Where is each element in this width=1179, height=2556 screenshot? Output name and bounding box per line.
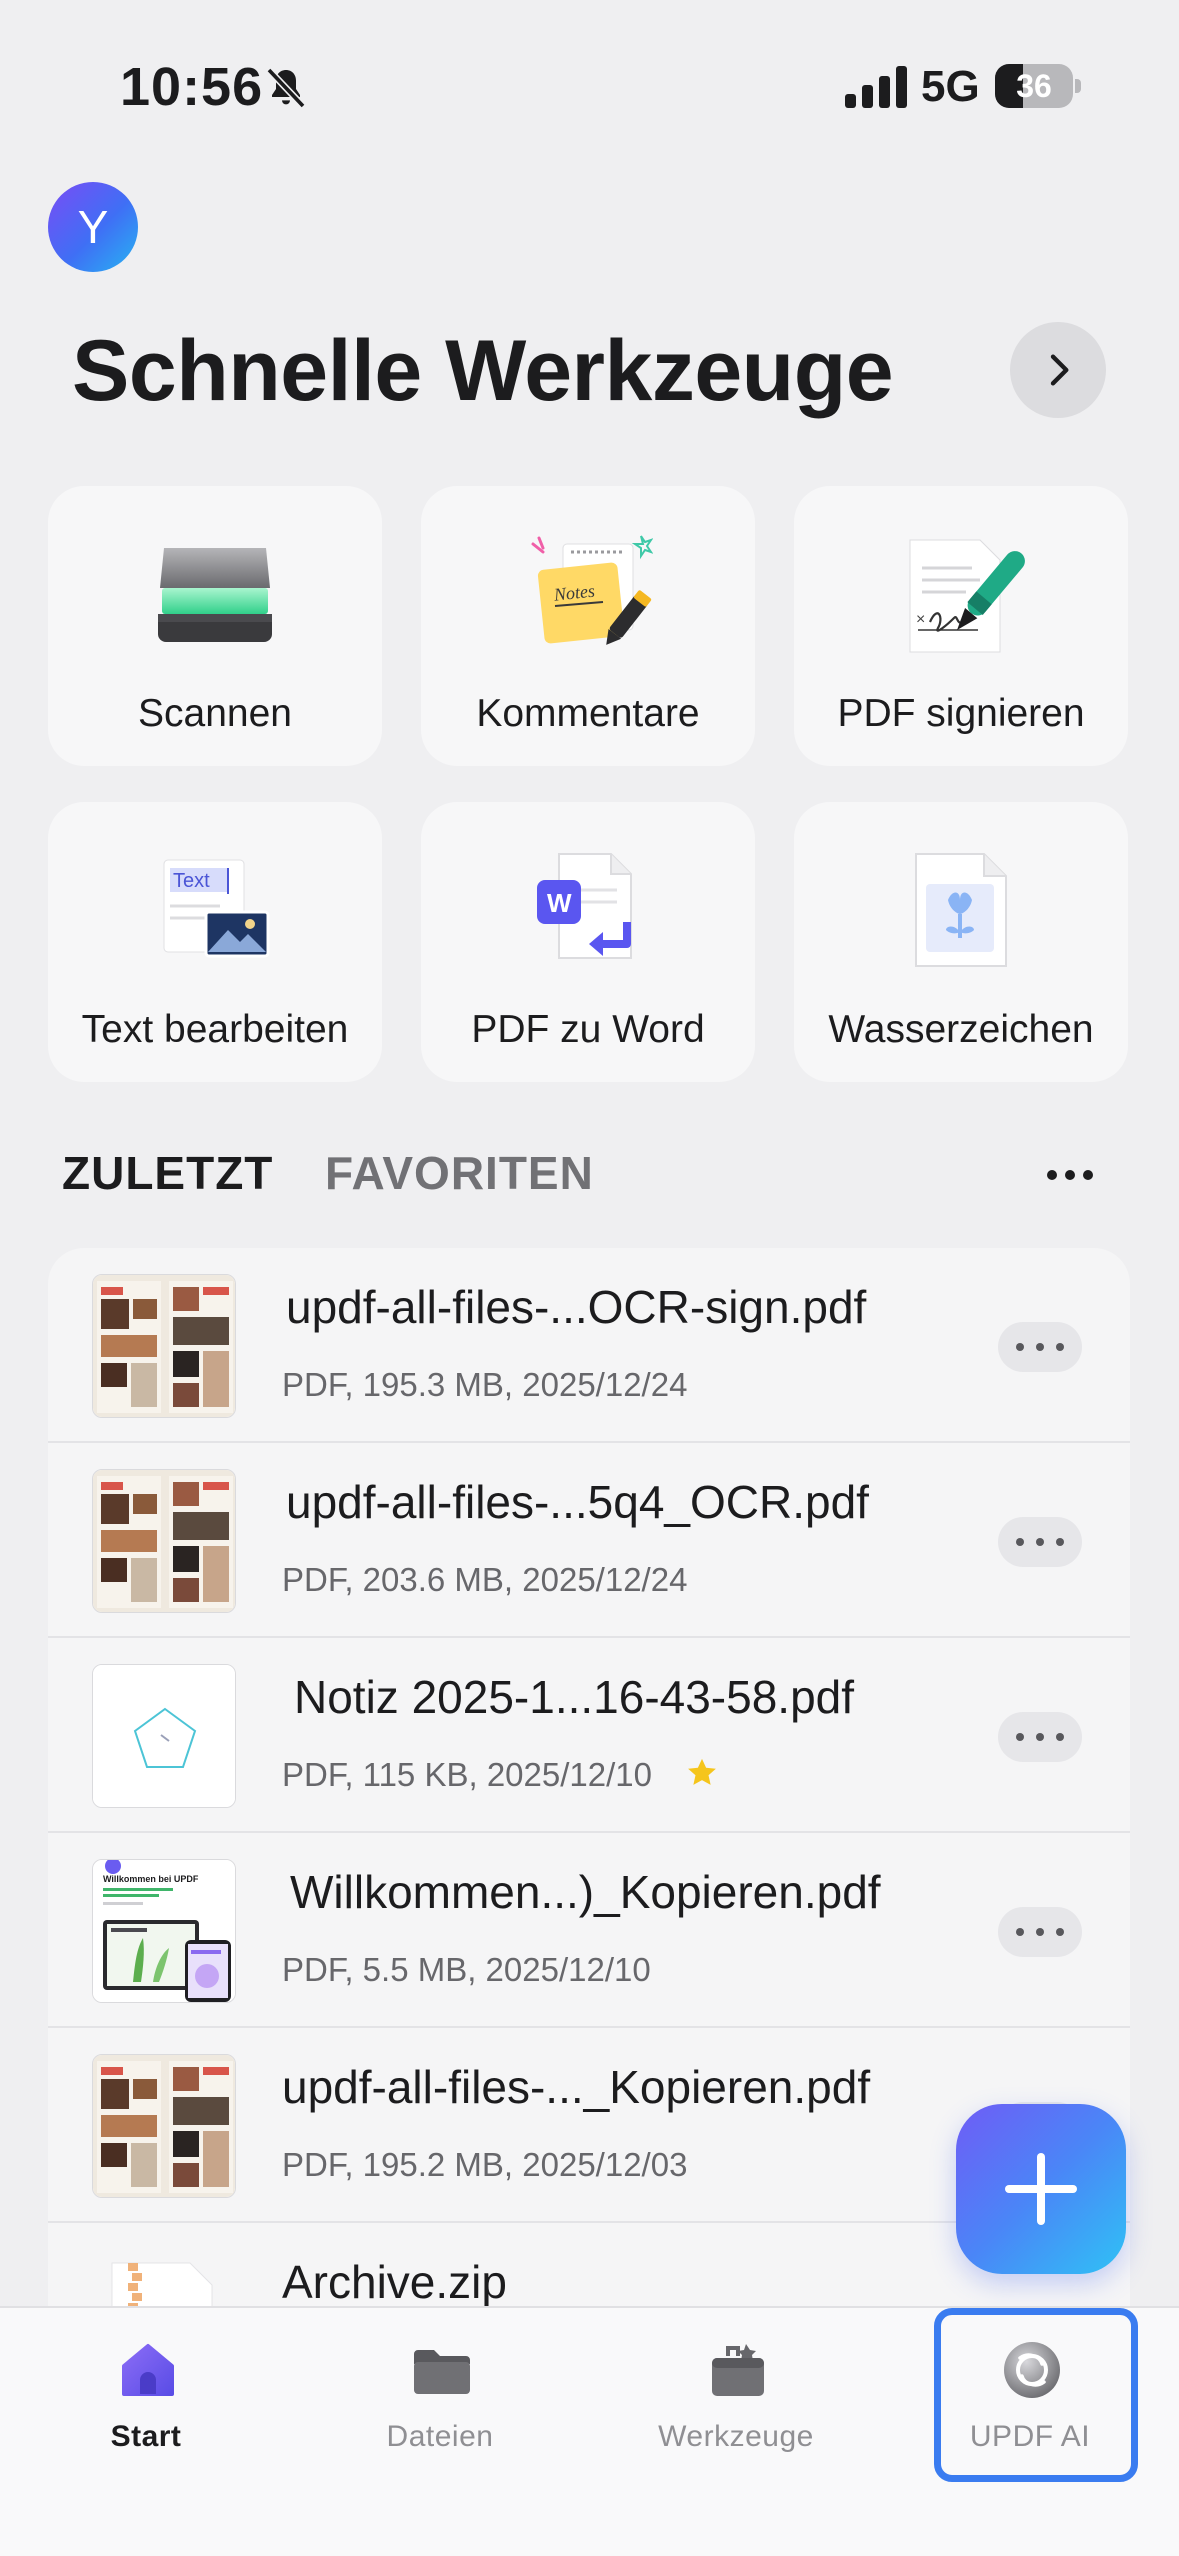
tab-label: Werkzeuge [658, 2420, 814, 2453]
file-meta-text: PDF, 115 KB, 2025/12/10 [282, 1756, 652, 1793]
file-more-button[interactable] [998, 1907, 1082, 1957]
tool-label: Kommentare [476, 692, 700, 735]
file-meta: PDF, 115 KB, 2025/12/10 [282, 1756, 719, 1794]
notes-icon: Notes [531, 535, 653, 645]
file-name: Notiz 2025-1...16-43-58.pdf [294, 1671, 855, 1723]
tool-watermark[interactable]: Wasserzeichen [794, 802, 1128, 1082]
file-name: Archive.zip [282, 2256, 507, 2308]
file-meta: PDF, 5.5 MB, 2025/12/10 [282, 1951, 651, 1988]
zip-file-icon [92, 2249, 236, 2308]
tab-label: Dateien [386, 2420, 494, 2453]
tool-label: Scannen [138, 692, 292, 735]
tool-label: Text bearbeiten [81, 1008, 349, 1051]
file-thumbnail [92, 2054, 236, 2198]
svg-text:W: W [547, 888, 572, 918]
battery-percent: 36 [1016, 68, 1052, 104]
favorite-star-icon [688, 1758, 717, 1785]
tab-favorites[interactable]: FAVORITEN [325, 1146, 594, 1200]
signature-pen-icon: × [909, 539, 1025, 653]
file-row[interactable]: Notiz 2025-1...16-43-58.pdf PDF, 115 KB,… [48, 1638, 1130, 1833]
file-row[interactable]: updf-all-files-...OCR-sign.pdf PDF, 195.… [48, 1248, 1130, 1443]
file-row[interactable]: updf-all-files-...5q4_OCR.pdf PDF, 203.6… [48, 1443, 1130, 1638]
tab-tools[interactable]: Werkzeuge [606, 2308, 866, 2508]
watermark-icon [915, 853, 1007, 967]
svg-text:Text: Text [173, 870, 210, 892]
file-name: updf-all-files-...5q4_OCR.pdf [286, 1476, 869, 1528]
file-meta: PDF, 195.3 MB, 2025/12/24 [282, 1366, 688, 1403]
bell-slash-icon [266, 67, 306, 109]
chevron-right-icon [1050, 354, 1069, 386]
updf-ai-highlight [934, 2308, 1138, 2482]
edit-text-icon: Text [163, 859, 270, 958]
tab-files[interactable]: Dateien [310, 2308, 570, 2508]
avatar[interactable]: Y [48, 182, 138, 272]
home-icon [122, 2344, 174, 2396]
file-thumbnail [92, 1664, 236, 1808]
tool-edit-text[interactable]: Text Text bearbeiten [48, 802, 382, 1082]
folder-icon [414, 2350, 470, 2394]
svg-text:Willkommen bei UPDF: Willkommen bei UPDF [103, 1874, 199, 1884]
file-more-button[interactable] [998, 1322, 1082, 1372]
svg-text:×: × [916, 611, 925, 628]
file-more-button[interactable] [998, 1517, 1082, 1567]
tools-more-button[interactable] [1010, 322, 1106, 418]
tab-recent[interactable]: ZULETZT [62, 1146, 273, 1200]
network-type: 5G [921, 62, 980, 111]
plus-icon [1005, 2153, 1077, 2225]
status-time: 10:56 [120, 57, 264, 117]
battery-icon: 36 [995, 64, 1081, 108]
file-meta: PDF, 203.6 MB, 2025/12/24 [282, 1561, 688, 1598]
file-name: updf-all-files-...OCR-sign.pdf [286, 1281, 867, 1333]
tab-start[interactable]: Start [16, 2308, 276, 2508]
status-bar: 10:56 5G 36 [0, 0, 1179, 150]
add-button[interactable] [956, 2104, 1126, 2274]
scanner-icon [158, 548, 272, 642]
file-meta: PDF, 195.2 MB, 2025/12/03 [282, 2146, 688, 2183]
file-name: updf-all-files-..._Kopieren.pdf [282, 2061, 871, 2113]
tool-sign-pdf[interactable]: × PDF signieren [794, 486, 1128, 766]
tool-pdf-to-word[interactable]: W PDF zu Word [421, 802, 755, 1082]
tool-label: Wasserzeichen [828, 1008, 1094, 1051]
file-name: Willkommen...)_Kopieren.pdf [290, 1866, 881, 1918]
file-row[interactable]: Willkommen bei UPDF Willkommen...)_Kopie… [48, 1833, 1130, 2028]
tab-label: Start [110, 2420, 182, 2453]
cellular-signal-icon [845, 66, 907, 108]
file-thumbnail: Willkommen bei UPDF [92, 1859, 236, 2003]
tool-label: PDF zu Word [471, 1008, 705, 1051]
more-options-icon[interactable] [1044, 1160, 1096, 1190]
page-title: Schnelle Werkzeuge [72, 323, 894, 419]
file-thumbnail [92, 1274, 236, 1418]
tool-comments[interactable]: Notes Kommentare [421, 486, 755, 766]
tool-label: PDF signieren [837, 692, 1085, 735]
toolbox-icon [712, 2344, 764, 2396]
file-thumbnail [92, 1469, 236, 1613]
tool-scan[interactable]: Scannen [48, 486, 382, 766]
file-more-button[interactable] [998, 1712, 1082, 1762]
word-convert-icon: W [537, 853, 632, 959]
